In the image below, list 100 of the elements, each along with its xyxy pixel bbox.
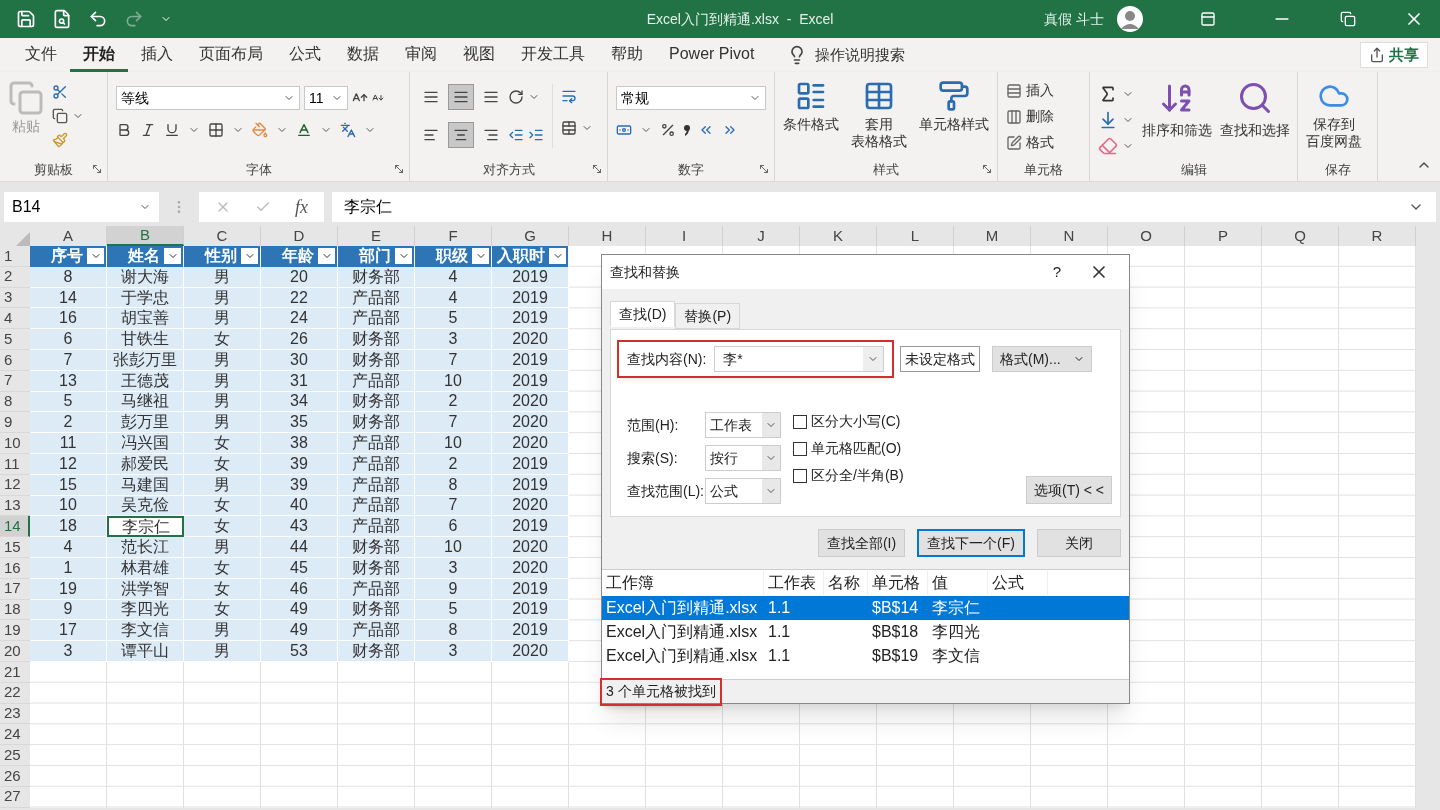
checkbox-option[interactable]: 区分大小写(C) bbox=[793, 412, 904, 431]
filter-button[interactable] bbox=[395, 248, 412, 265]
filter-button[interactable] bbox=[87, 248, 104, 265]
results-column-header[interactable]: 工作簿 bbox=[602, 571, 764, 595]
align-center-icon[interactable] bbox=[453, 127, 469, 143]
results-column-header[interactable]: 单元格 bbox=[868, 571, 928, 595]
decrease-font-icon[interactable] bbox=[372, 92, 384, 104]
filter-button[interactable] bbox=[472, 248, 489, 265]
align-right-icon[interactable] bbox=[483, 127, 499, 143]
formula-input[interactable]: 李宗仁 bbox=[332, 192, 1436, 222]
dialog-launcher-icon[interactable] bbox=[758, 163, 770, 175]
ribbon-tab[interactable]: 开发工具 bbox=[508, 38, 598, 72]
font-color-icon[interactable] bbox=[296, 122, 312, 138]
ribbon-tab[interactable]: 文件 bbox=[12, 38, 70, 72]
underline-icon[interactable] bbox=[164, 122, 180, 138]
ribbon-tab[interactable]: 公式 bbox=[276, 38, 334, 72]
increase-indent-icon[interactable] bbox=[528, 127, 544, 143]
cells-button[interactable]: 删除 bbox=[1006, 106, 1054, 127]
orientation-icon[interactable] bbox=[508, 89, 524, 105]
ribbon-tab[interactable]: 帮助 bbox=[598, 38, 656, 72]
no-format-button[interactable]: 未设定格式 bbox=[900, 346, 981, 372]
ribbon-tab[interactable]: 数据 bbox=[334, 38, 392, 72]
save-to-cloud-button[interactable]: 保存到 百度网盘 bbox=[1306, 80, 1362, 150]
dialog-button[interactable]: 查找下一个(F) bbox=[917, 529, 1025, 557]
dialog-tab[interactable]: 查找(D) bbox=[610, 301, 676, 327]
checkbox[interactable] bbox=[793, 468, 807, 483]
comma-style-icon[interactable] bbox=[684, 124, 690, 136]
bottom-align-icon[interactable] bbox=[483, 89, 499, 105]
font-size-field[interactable]: 11 bbox=[304, 86, 348, 110]
result-row[interactable]: Excel入门到精通.xlsx 1.1 $B$18 李四光 bbox=[602, 620, 1129, 644]
ribbon-tab[interactable]: 审阅 bbox=[392, 38, 450, 72]
share-button[interactable]: 共享 bbox=[1360, 42, 1428, 68]
option-select[interactable]: 公式 bbox=[705, 478, 781, 504]
format-button[interactable]: 格式(M)... bbox=[992, 346, 1093, 372]
results-column-header[interactable]: 值 bbox=[928, 571, 988, 595]
dialog-button[interactable]: 关闭 bbox=[1037, 529, 1121, 557]
checkbox-option[interactable]: 单元格匹配(O) bbox=[793, 439, 904, 458]
ribbon-tab[interactable]: 插入 bbox=[128, 38, 186, 72]
ribbon-display-icon[interactable] bbox=[1200, 11, 1216, 27]
merge-icon[interactable] bbox=[561, 120, 577, 136]
restore-icon[interactable] bbox=[1340, 11, 1356, 27]
undo-icon[interactable] bbox=[88, 9, 108, 29]
decrease-indent-icon[interactable] bbox=[508, 127, 524, 143]
borders-icon[interactable] bbox=[208, 122, 224, 138]
results-column-header[interactable]: 公式 bbox=[988, 571, 1048, 595]
fill-color-icon[interactable] bbox=[252, 122, 268, 138]
save-icon[interactable] bbox=[16, 9, 36, 29]
number-format-field[interactable]: 常规 bbox=[616, 86, 766, 110]
find-what-field[interactable]: 李* bbox=[714, 346, 885, 372]
styles-button[interactable]: 套用 表格格式 bbox=[851, 80, 907, 150]
cells-button[interactable]: 插入 bbox=[1006, 80, 1054, 101]
print-preview-icon[interactable] bbox=[52, 9, 72, 29]
filter-button[interactable] bbox=[549, 248, 566, 265]
options-button[interactable]: 选项(T) < < bbox=[1026, 476, 1112, 504]
styles-button[interactable]: 条件格式 bbox=[783, 80, 839, 150]
bold-icon[interactable] bbox=[116, 122, 132, 138]
option-select[interactable]: 工作表 bbox=[705, 412, 781, 438]
help-button[interactable]: ? bbox=[1037, 260, 1077, 284]
ribbon-tab[interactable]: 页面布局 bbox=[186, 38, 276, 72]
result-row[interactable]: Excel入门到精通.xlsx 1.1 $B$19 李文信 bbox=[602, 644, 1129, 668]
result-row[interactable]: Excel入门到精通.xlsx 1.1 $B$14 李宗仁 bbox=[602, 596, 1129, 620]
dialog-launcher-icon[interactable] bbox=[393, 163, 405, 175]
italic-icon[interactable] bbox=[140, 122, 156, 138]
phonetic-icon[interactable] bbox=[340, 122, 356, 138]
fill-icon[interactable] bbox=[1098, 110, 1118, 130]
dialog-button[interactable]: 查找全部(I) bbox=[817, 529, 906, 557]
styles-button[interactable]: 单元格样式 bbox=[919, 80, 989, 150]
filter-button[interactable] bbox=[318, 248, 335, 265]
align-left-icon[interactable] bbox=[423, 127, 439, 143]
avatar-icon[interactable] bbox=[1116, 5, 1144, 33]
column-header[interactable]: B bbox=[107, 226, 184, 246]
cut-icon[interactable] bbox=[52, 84, 68, 100]
filter-button[interactable] bbox=[164, 248, 181, 265]
cells-button[interactable]: 格式 bbox=[1006, 132, 1054, 153]
results-column-header[interactable]: 名称 bbox=[824, 571, 868, 595]
copy-icon[interactable] bbox=[52, 108, 68, 124]
editing-button[interactable]: 排序和筛选 bbox=[1142, 80, 1212, 156]
dialog-tab[interactable]: 替换(P) bbox=[675, 303, 741, 329]
checkbox[interactable] bbox=[793, 441, 807, 456]
ribbon-tab[interactable]: Power Pivot bbox=[656, 38, 768, 72]
editing-button[interactable]: 查找和选择 bbox=[1220, 80, 1290, 156]
wrap-text-icon[interactable] bbox=[561, 88, 577, 104]
option-select[interactable]: 按行 bbox=[705, 445, 781, 471]
top-align-icon[interactable] bbox=[423, 89, 439, 105]
eraser-icon[interactable] bbox=[1098, 136, 1118, 156]
results-column-header[interactable]: 工作表 bbox=[764, 571, 824, 595]
name-box[interactable]: B14 bbox=[4, 192, 159, 222]
filter-button[interactable] bbox=[241, 248, 258, 265]
insert-function-button[interactable]: fx bbox=[295, 193, 308, 221]
checkbox-option[interactable]: 区分全/半角(B) bbox=[793, 466, 904, 485]
middle-align-icon[interactable] bbox=[453, 89, 469, 105]
checkbox[interactable] bbox=[793, 414, 807, 429]
accounting-format-icon[interactable] bbox=[616, 122, 632, 138]
ribbon-tab[interactable]: 视图 bbox=[450, 38, 508, 72]
dialog-launcher-icon[interactable] bbox=[981, 163, 993, 175]
dialog-launcher-icon[interactable] bbox=[591, 163, 603, 175]
percent-icon[interactable] bbox=[660, 122, 676, 138]
font-name-field[interactable]: 等线 bbox=[116, 86, 300, 110]
row-header[interactable]: 14 bbox=[0, 516, 30, 538]
dialog-launcher-icon[interactable] bbox=[91, 163, 103, 175]
